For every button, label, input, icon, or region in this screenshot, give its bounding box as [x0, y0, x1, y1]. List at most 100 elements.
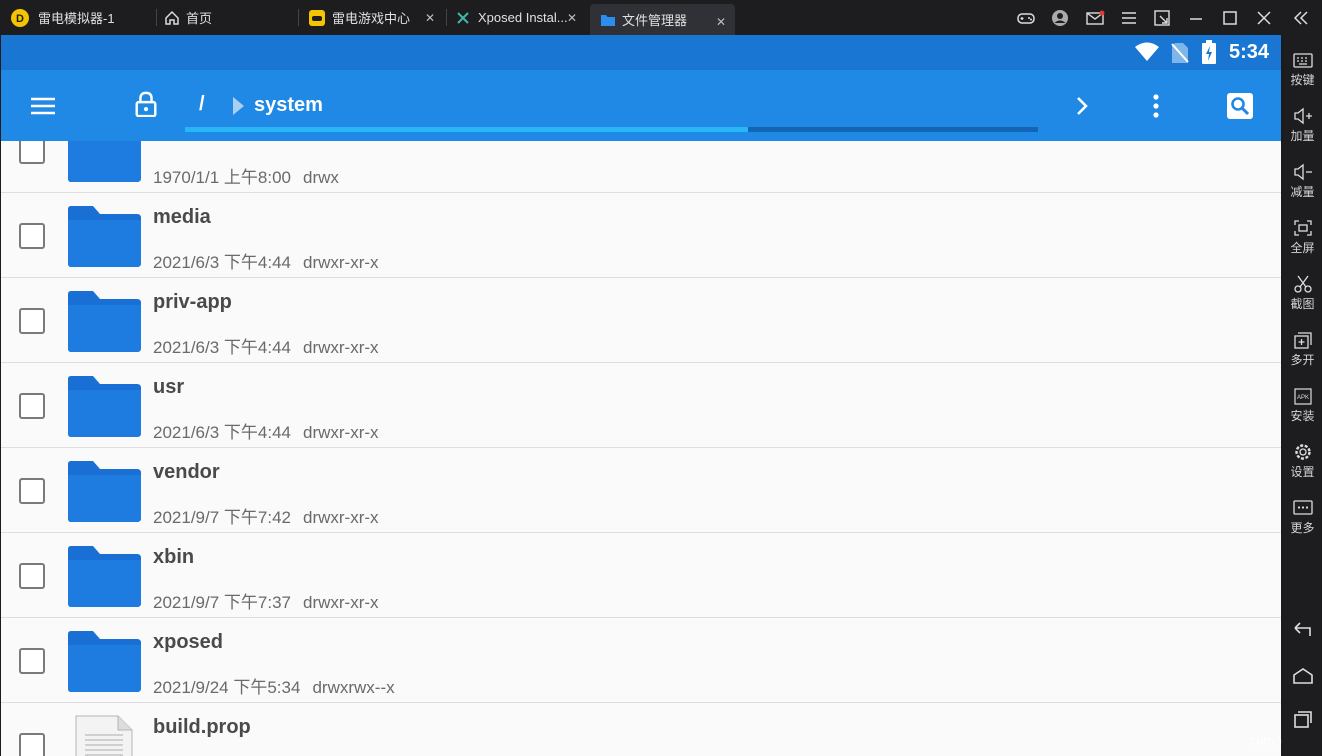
select-checkbox[interactable]	[19, 308, 45, 334]
collapse-icon[interactable]	[1291, 8, 1311, 28]
breadcrumb-current[interactable]: system	[254, 94, 323, 117]
file-meta: 2021/9/7 下午7:42 drwxr-xr-x	[153, 503, 379, 528]
recents-icon[interactable]	[1292, 708, 1314, 730]
sidebar-item-volume-down[interactable]: 减量	[1283, 161, 1322, 213]
file-name: usr	[153, 376, 185, 398]
file-meta: 2021/6/3 下午4:44 drwxr-xr-x	[153, 418, 379, 443]
gamepad-icon[interactable]	[1016, 8, 1036, 28]
file-list: 1970/1/1 上午8:00 drwx media 2021/6/3 下午4:44 d…	[1, 141, 1281, 756]
tab-file-manager[interactable]: 文件管理器 ✕	[590, 4, 735, 35]
sidebar-item-keyboard[interactable]: 按键	[1283, 49, 1322, 101]
select-checkbox[interactable]	[19, 141, 45, 164]
sidebar-item-gear[interactable]: 设置	[1283, 441, 1322, 493]
file-permissions: drwxrwx--x	[312, 678, 395, 697]
file-row[interactable]: vendor 2021/9/7 下午7:42 drwxr-xr-x	[1, 448, 1281, 533]
breadcrumb-separator-icon	[233, 97, 244, 115]
lock-icon[interactable]	[133, 91, 159, 117]
select-checkbox[interactable]	[19, 478, 45, 504]
volume-down-icon	[1283, 163, 1322, 181]
more-icon	[1283, 499, 1322, 517]
file-date: 2021/9/7 下午7:42	[153, 508, 291, 527]
tab-divider	[298, 9, 299, 26]
tab-xposed-installer[interactable]: Xposed Instal... ✕	[456, 0, 586, 35]
sidebar-item-volume-up[interactable]: 加量	[1283, 105, 1322, 157]
file-row[interactable]: xbin 2021/9/7 下午7:37 drwxr-xr-x	[1, 533, 1281, 618]
file-permissions: drwxr-xr-x	[302, 338, 379, 357]
sidebar-item-more[interactable]: 更多	[1283, 497, 1322, 549]
file-name: vendor	[153, 461, 220, 483]
select-checkbox[interactable]	[19, 223, 45, 249]
multi-instance-icon	[1283, 331, 1322, 349]
file-permissions: drwxr-xr-x	[302, 253, 379, 272]
file-meta: 1970/1/1 上午8:00 drwx	[153, 163, 339, 188]
back-icon[interactable]	[1292, 619, 1314, 641]
file-permissions: drwx	[302, 168, 339, 187]
emulator-window: D 雷电模拟器-1 首页 雷电游戏中心 ✕ Xposed Instal... ✕…	[0, 0, 1322, 756]
file-date: 2021/9/24 下午5:34	[153, 678, 301, 697]
maximize-icon[interactable]	[1220, 8, 1240, 28]
volume-up-icon	[1283, 107, 1322, 125]
sidebar-item-label: 设置	[1290, 465, 1315, 479]
select-checkbox[interactable]	[19, 648, 45, 674]
folder-icon	[65, 205, 142, 268]
file-row[interactable]: usr 2021/6/3 下午4:44 drwxr-xr-x	[1, 363, 1281, 448]
close-icon[interactable]: ✕	[424, 11, 436, 25]
emulator-sidebar: 按键 加量 减量全屏截图 多开 APK 安装设置更多	[1283, 35, 1322, 756]
mail-icon[interactable]	[1085, 8, 1105, 28]
breadcrumb-root[interactable]: /	[199, 93, 205, 116]
file-date: 2021/9/7 下午7:37	[153, 593, 291, 612]
tab-game-center[interactable]: 雷电游戏中心 ✕	[308, 0, 444, 35]
file-name: xbin	[153, 546, 195, 568]
xposed-icon	[457, 11, 469, 24]
close-icon[interactable]: ✕	[566, 11, 578, 25]
hamburger-menu-icon[interactable]	[30, 93, 56, 119]
file-meta: 2021/6/3 下午4:44 drwxr-xr-x	[153, 248, 379, 273]
sidebar-item-label: 全屏	[1290, 241, 1315, 255]
folder-icon	[65, 545, 142, 608]
popout-icon[interactable]	[1152, 8, 1172, 28]
menu-icon[interactable]	[1119, 8, 1139, 28]
search-icon[interactable]	[1227, 93, 1253, 119]
folder-icon	[65, 290, 142, 353]
folder-icon	[65, 141, 142, 183]
home-icon[interactable]	[1292, 665, 1314, 687]
svg-text:APK: APK	[1296, 395, 1308, 401]
tab-label: 雷电游戏中心	[332, 11, 411, 26]
home-icon	[165, 10, 179, 25]
file-row[interactable]: priv-app 2021/6/3 下午4:44 drwxr-xr-x	[1, 278, 1281, 363]
file-row[interactable]: xposed 2021/9/24 下午5:34 drwxrwx--x	[1, 618, 1281, 703]
gamepad-icon	[309, 9, 325, 26]
select-checkbox[interactable]	[19, 393, 45, 419]
sidebar-item-scissors[interactable]: 截图	[1283, 273, 1322, 325]
file-date: 2021/6/3 下午4:44	[153, 253, 291, 272]
file-row[interactable]: 1970/1/1 上午8:00 drwx	[1, 141, 1281, 193]
chevron-right-icon[interactable]	[1069, 93, 1095, 119]
keyboard-icon	[1283, 51, 1322, 69]
close-icon[interactable]: ✕	[715, 15, 727, 29]
select-checkbox[interactable]	[19, 733, 45, 756]
apk-icon: APK	[1283, 387, 1322, 405]
emulator-titlebar: D 雷电模拟器-1 首页 雷电游戏中心 ✕ Xposed Instal... ✕…	[0, 0, 1322, 35]
no-sim-icon	[1171, 43, 1189, 63]
battery-charging-icon	[1202, 40, 1216, 64]
wifi-icon	[1135, 42, 1159, 61]
sidebar-item-fullscreen[interactable]: 全屏	[1283, 217, 1322, 269]
file-permissions: drwxr-xr-x	[302, 423, 379, 442]
select-checkbox[interactable]	[19, 563, 45, 589]
tab-home[interactable]: 首页	[164, 0, 294, 35]
file-row[interactable]: build.prop2021/9/7 下午7:42-rw-r--r--2.51 …	[1, 703, 1281, 756]
close-icon[interactable]	[1254, 8, 1274, 28]
sidebar-item-multi-instance[interactable]: 多开	[1283, 329, 1322, 381]
overflow-menu-icon[interactable]	[1143, 93, 1169, 119]
sidebar-item-apk[interactable]: APK 安装	[1283, 385, 1322, 437]
status-clock: 5:34	[1228, 41, 1269, 63]
minimize-icon[interactable]	[1186, 8, 1206, 28]
user-icon[interactable]	[1050, 8, 1070, 28]
folder-icon	[65, 460, 142, 523]
file-meta: 2021/9/24 下午5:34 drwxrwx--x	[153, 673, 395, 698]
sidebar-item-label: 安装	[1290, 409, 1315, 423]
gear-icon	[1283, 443, 1322, 461]
android-screen: 5:34 / system 1970/1/1 上午8:00 drwx media 20…	[1, 35, 1281, 756]
file-row[interactable]: media 2021/6/3 下午4:44 drwxr-xr-x	[1, 193, 1281, 278]
tab-emulator-instance[interactable]: D 雷电模拟器-1	[10, 0, 150, 35]
